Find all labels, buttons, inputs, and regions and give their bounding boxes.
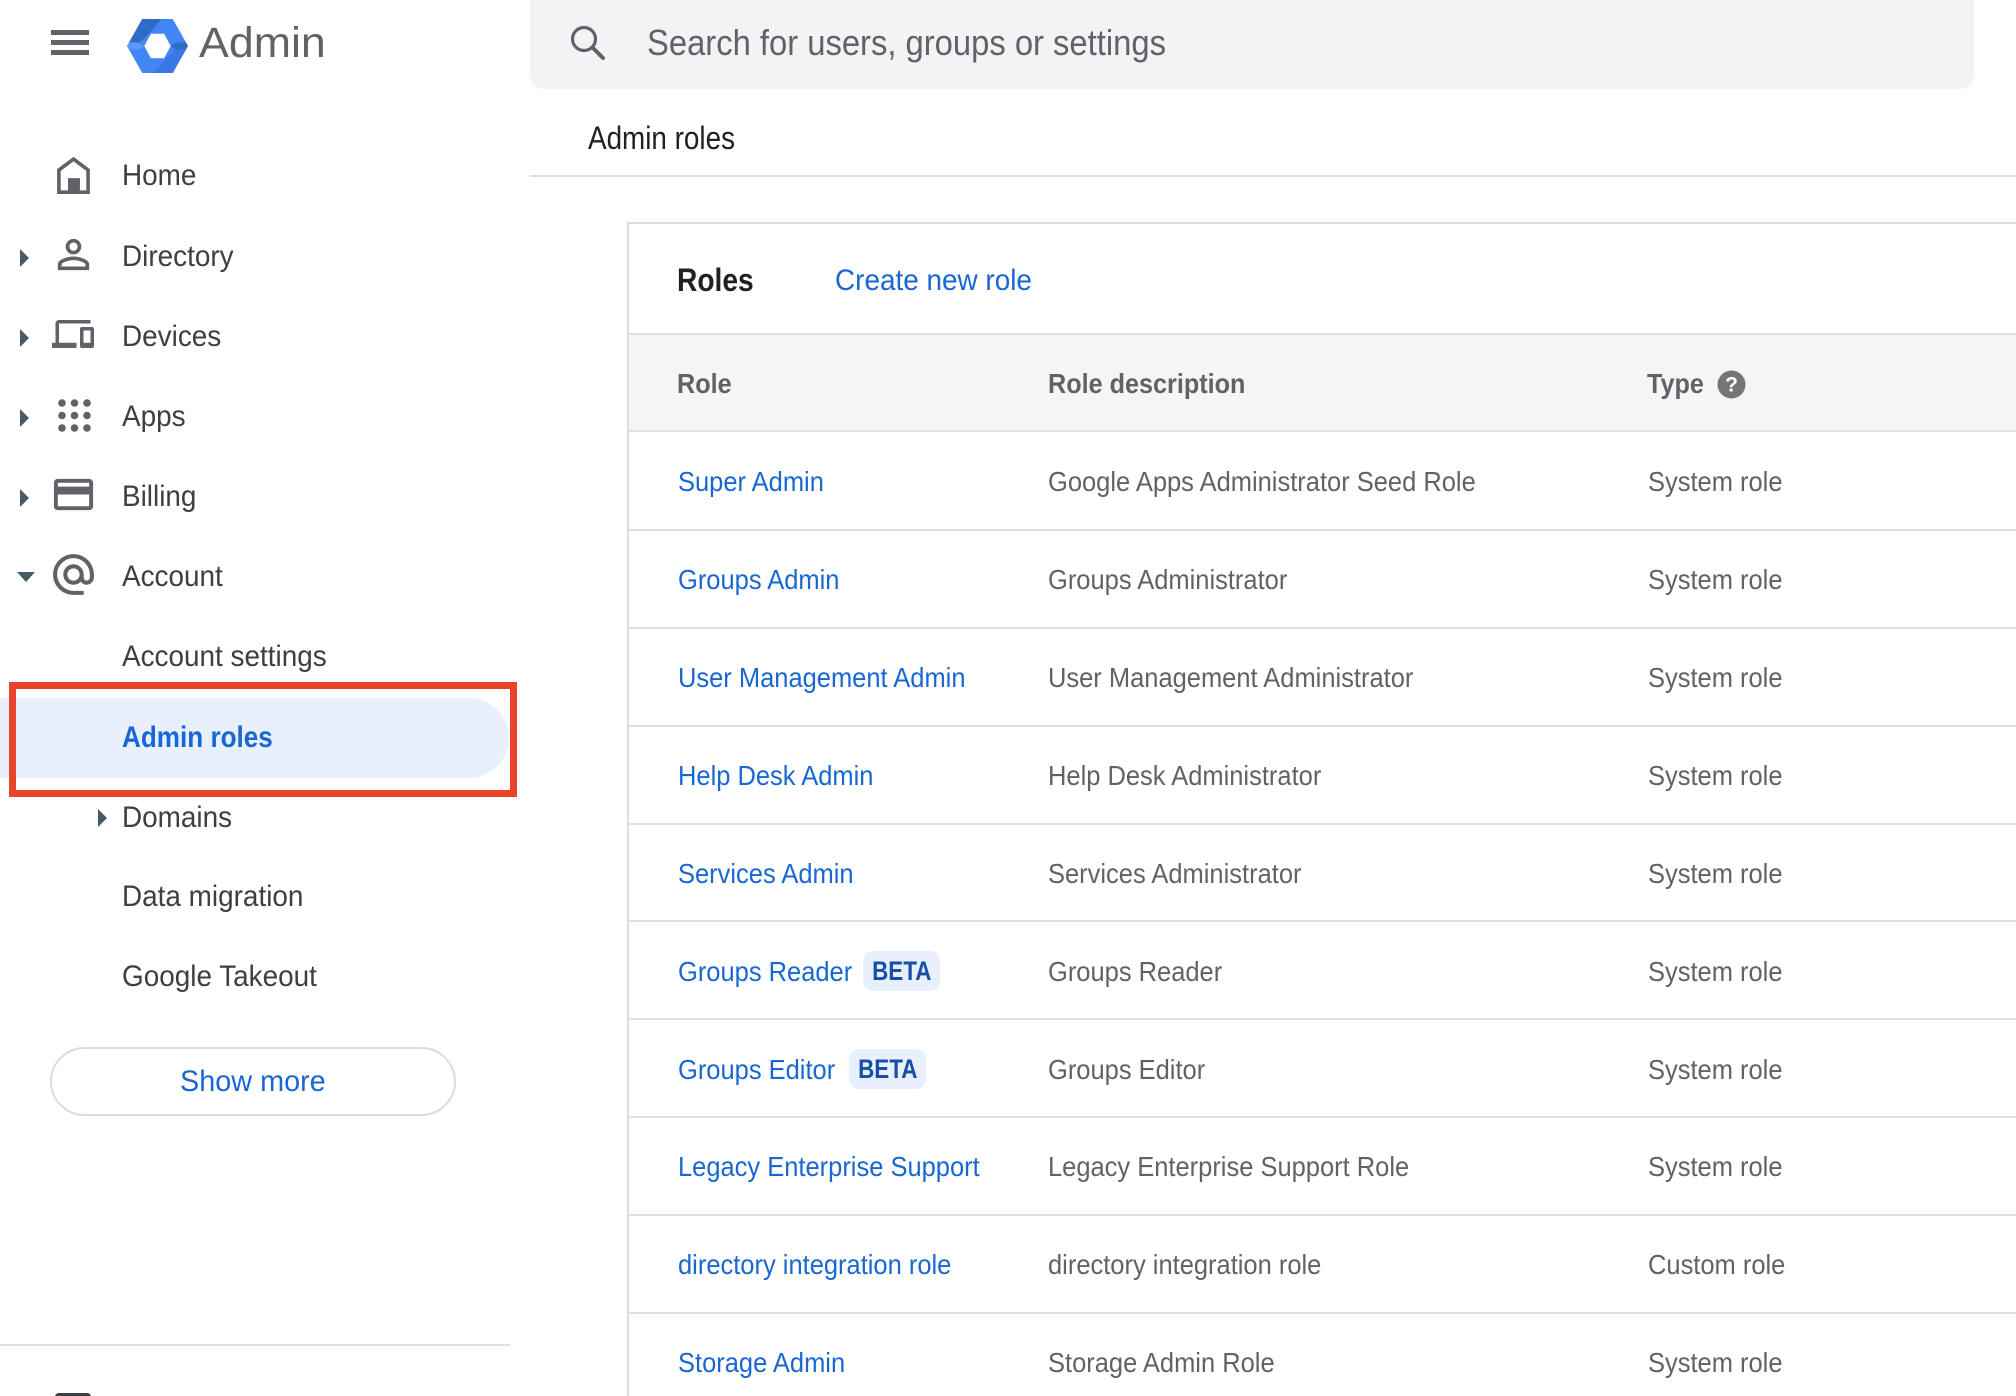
svg-text:?: ? [1725,374,1738,397]
